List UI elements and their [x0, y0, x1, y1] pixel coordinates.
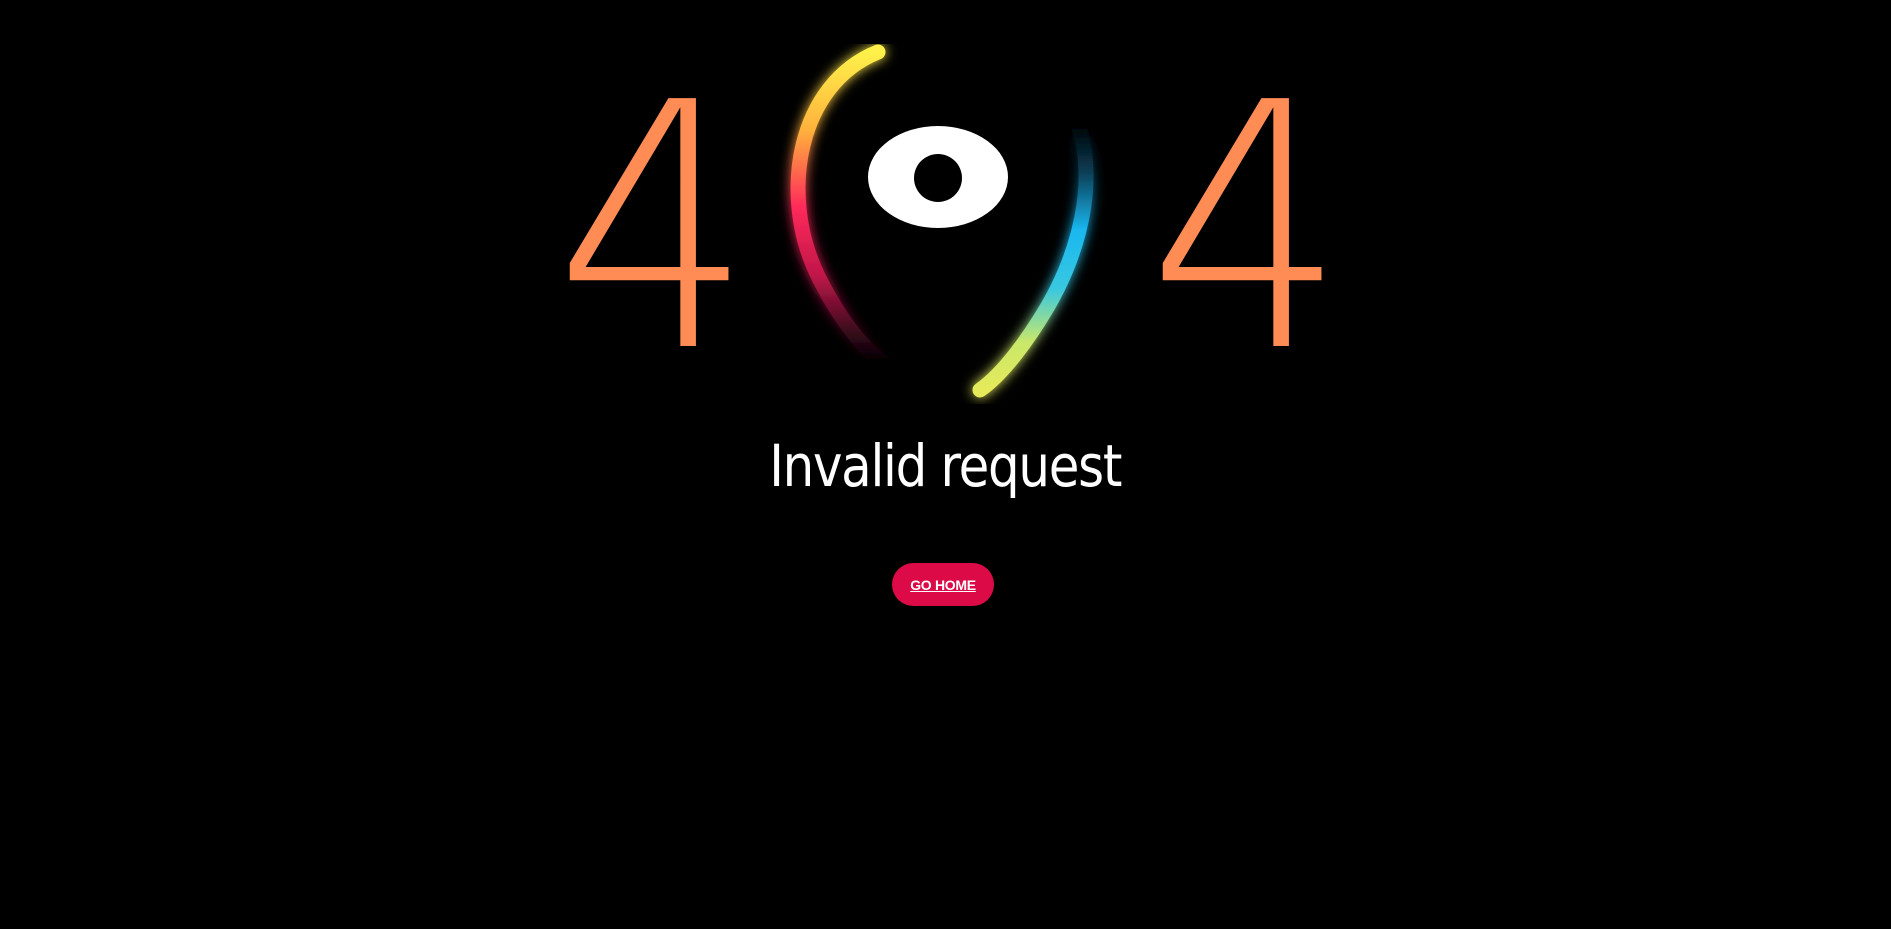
error-code-digit-left: 4 [554, 31, 754, 427]
rainbow-eye-icon [748, 44, 1128, 404]
error-message-heading: Invalid request [769, 432, 1122, 500]
go-home-button[interactable]: GO HOME [892, 563, 994, 606]
error-page: 4 4 Invalid request GO HOME [0, 0, 1891, 929]
error-code-digit-right: 4 [1147, 31, 1347, 427]
go-home-button-label: GO HOME [910, 576, 976, 593]
